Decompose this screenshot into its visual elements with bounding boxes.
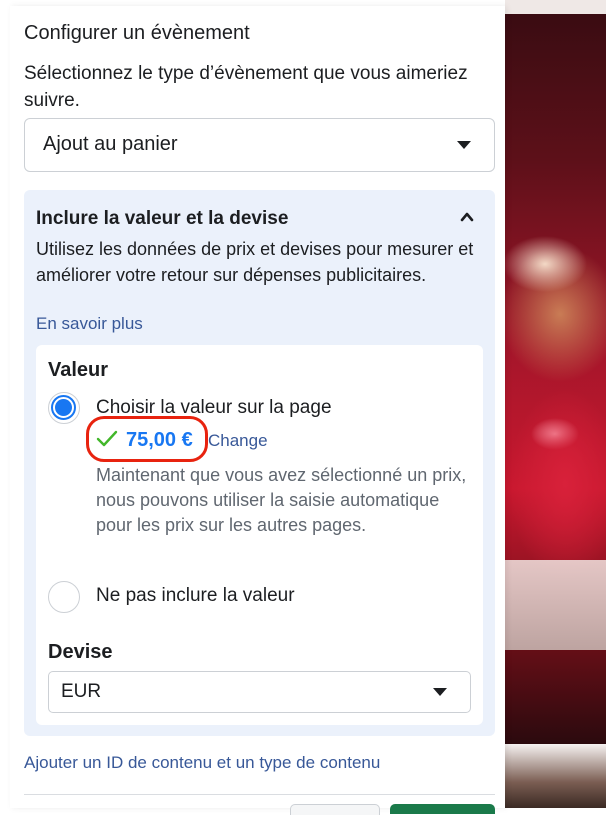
learn-more-link[interactable]: En savoir plus	[36, 314, 143, 334]
option-exclude-value-label[interactable]: Ne pas inclure la valeur	[96, 585, 295, 607]
footer-divider	[24, 794, 495, 795]
currency-heading: Devise	[48, 641, 113, 663]
chevron-up-icon[interactable]	[460, 210, 474, 224]
autofill-helper-text: Maintenant que vous avez sélectionné un …	[96, 465, 467, 535]
configure-event-panel: Configurer un évènement Sélectionnez le …	[10, 6, 505, 815]
currency-select[interactable]: EUR	[48, 671, 471, 713]
confirm-button[interactable]	[390, 804, 495, 814]
check-icon	[96, 430, 118, 447]
background-photo	[505, 0, 606, 808]
caret-down-icon	[457, 141, 471, 149]
cancel-button[interactable]	[290, 804, 380, 815]
radio-exclude-value[interactable]	[48, 581, 80, 613]
event-type-value: Ajout au panier	[43, 133, 178, 155]
background-plate	[505, 560, 606, 650]
background-photo-bottom	[505, 744, 606, 808]
section-title[interactable]: Inclure la valeur et la devise	[36, 208, 288, 230]
selected-price: 75,00 €	[126, 429, 193, 451]
panel-description: Sélectionnez le type d’évènement que vou…	[24, 63, 468, 111]
caret-down-icon	[433, 688, 447, 696]
radio-selected-dot	[55, 399, 72, 416]
change-price-link[interactable]: Change	[208, 431, 268, 451]
value-currency-section: Inclure la valeur et la devise Utilisez …	[24, 190, 495, 736]
currency-value: EUR	[61, 681, 102, 702]
background-photo-top	[505, 0, 606, 14]
event-type-select[interactable]: Ajout au panier	[24, 118, 495, 172]
value-heading: Valeur	[48, 359, 109, 381]
panel-title: Configurer un évènement	[24, 22, 250, 44]
add-content-id-link[interactable]: Ajouter un ID de contenu et un type de c…	[24, 753, 380, 773]
section-description: Utilisez les données de prix et devises …	[36, 239, 474, 285]
radio-choose-page-value[interactable]	[48, 392, 80, 424]
value-settings-card: Valeur Choisir la valeur sur la page 75,…	[36, 345, 483, 725]
